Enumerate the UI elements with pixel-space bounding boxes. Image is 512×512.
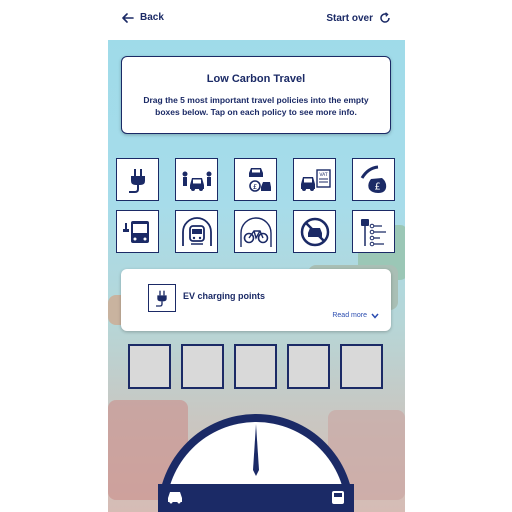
start-over-button[interactable]: Start over	[326, 12, 391, 24]
back-button[interactable]: Back	[122, 12, 164, 23]
policy-tile-electric-bus[interactable]	[116, 210, 159, 253]
back-label: Back	[140, 12, 164, 23]
app-frame: Back Start over Low Carbon Travel Drag t…	[108, 0, 405, 512]
car-vat-icon: VAT	[300, 168, 331, 191]
right-margin	[405, 0, 512, 512]
background-scene: Low Carbon Travel Drag the 5 most import…	[108, 40, 405, 512]
drop-slot-2[interactable]	[181, 344, 224, 389]
policy-tile-cycle-lane[interactable]	[234, 210, 277, 253]
chevron-down-icon	[371, 313, 379, 319]
ev-plug-icon	[156, 290, 167, 307]
congestion-charge-icon: £	[248, 167, 271, 192]
policy-tile-car-vat[interactable]: VAT	[293, 158, 336, 201]
policy-tile-no-cars[interactable]	[293, 210, 336, 253]
carbon-gauge	[158, 414, 354, 512]
car-icon	[168, 492, 182, 504]
read-more-link[interactable]: Read more	[332, 312, 379, 319]
ev-plug-icon	[128, 168, 145, 193]
policy-info-card: EV charging points Read more	[121, 269, 391, 331]
policy-tile-bus-route[interactable]	[352, 210, 395, 253]
instructions-text: Drag the 5 most important travel policie…	[143, 95, 369, 117]
no-cars-icon	[300, 217, 329, 246]
drop-slot-1[interactable]	[128, 344, 171, 389]
bus-route-icon	[360, 218, 386, 246]
page-title: Low Carbon Travel	[206, 73, 306, 85]
page: Back Start over Low Carbon Travel Drag t…	[0, 0, 512, 512]
drop-slot-5[interactable]	[340, 344, 383, 389]
drop-slot-4[interactable]	[287, 344, 330, 389]
policy-tile-ev-plug[interactable]	[116, 158, 159, 201]
start-over-label: Start over	[326, 12, 373, 24]
refresh-icon	[380, 12, 390, 23]
svg-text:VAT: VAT	[319, 172, 328, 178]
drop-slot-3[interactable]	[234, 344, 277, 389]
left-margin	[0, 0, 108, 512]
policy-info-title: EV charging points	[183, 291, 266, 301]
svg-text:£: £	[252, 183, 256, 191]
read-more-label: Read more	[332, 312, 367, 319]
intro-card: Low Carbon Travel Drag the 5 most import…	[121, 56, 391, 134]
drop-slots	[128, 344, 388, 390]
cycle-lane-icon	[239, 216, 272, 247]
electric-bus-icon	[122, 220, 149, 243]
train-tunnel-icon	[181, 216, 212, 246]
policy-tile-car-sharing[interactable]	[175, 158, 218, 201]
svg-text:£: £	[374, 181, 380, 192]
policy-tile-congestion-charge[interactable]: £	[234, 158, 277, 201]
policy-tile-train[interactable]	[175, 210, 218, 253]
policy-tile-money-bag[interactable]: £	[352, 158, 395, 201]
money-bag-icon: £	[360, 165, 386, 193]
arrow-left-icon	[122, 12, 134, 23]
car-sharing-icon	[182, 171, 211, 191]
bus-icon	[332, 491, 344, 504]
top-bar: Back Start over	[108, 0, 405, 40]
selected-policy-icon	[148, 284, 176, 312]
